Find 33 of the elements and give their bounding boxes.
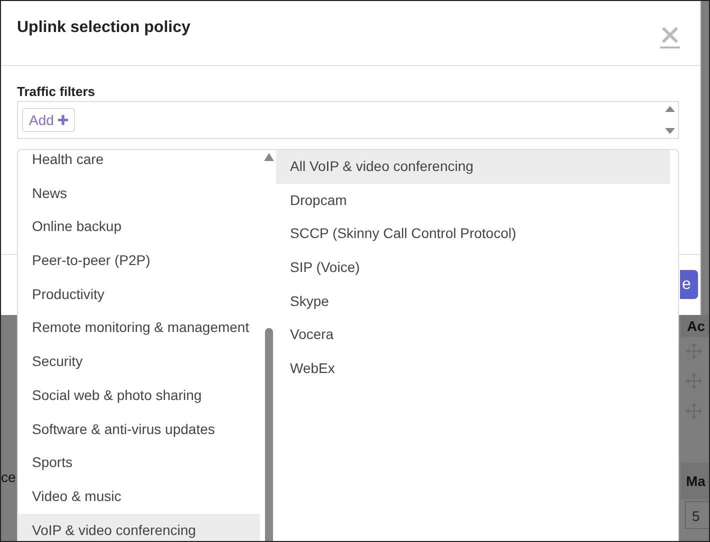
add-button[interactable]: Add xyxy=(22,108,75,132)
category-item[interactable]: Security xyxy=(18,345,260,379)
column-header: Ac xyxy=(687,318,705,334)
category-item[interactable]: Sports xyxy=(18,446,260,480)
save-button[interactable]: e xyxy=(680,270,698,299)
field-label: Traffic filters xyxy=(17,84,96,99)
application-item[interactable]: Dropcam xyxy=(276,184,670,218)
field-label: ce xyxy=(1,469,16,485)
application-item[interactable]: SCCP (Skinny Call Control Protocol) xyxy=(276,217,670,252)
category-item[interactable]: Peer-to-peer (P2P) xyxy=(18,244,260,278)
application-item[interactable]: Vocera xyxy=(276,318,670,352)
number-field[interactable]: 5 xyxy=(685,501,709,529)
plus-icon xyxy=(58,115,68,125)
category-item[interactable]: Software & anti-virus updates xyxy=(18,412,260,446)
category-item[interactable]: Health care xyxy=(18,150,260,177)
dialog-title: Uplink selection policy xyxy=(17,19,190,38)
column-header: Ma xyxy=(686,473,706,489)
category-item[interactable]: Video & music xyxy=(18,480,260,514)
application-item[interactable]: WebEx xyxy=(276,352,670,386)
close-icon[interactable] xyxy=(660,25,680,49)
filter-field[interactable]: Add xyxy=(17,101,679,139)
scrollbar-thumb[interactable] xyxy=(265,328,273,541)
application-item[interactable]: Skype xyxy=(276,284,670,318)
application-item[interactable]: All VoIP & video conferencing xyxy=(276,150,670,184)
scroll-arrows-icon[interactable] xyxy=(664,105,676,135)
category-item[interactable]: Social web & photo sharing xyxy=(18,378,260,412)
category-item[interactable]: Remote monitoring & management xyxy=(18,311,260,346)
category-item[interactable]: Online backup xyxy=(18,210,260,244)
application-item[interactable]: SIP (Voice) xyxy=(276,251,670,285)
category-item[interactable]: Productivity xyxy=(18,278,260,312)
scroll-up-icon[interactable] xyxy=(264,153,274,161)
category-item[interactable]: News xyxy=(18,176,260,210)
category-item[interactable]: VoIP & video conferencing xyxy=(18,514,260,541)
